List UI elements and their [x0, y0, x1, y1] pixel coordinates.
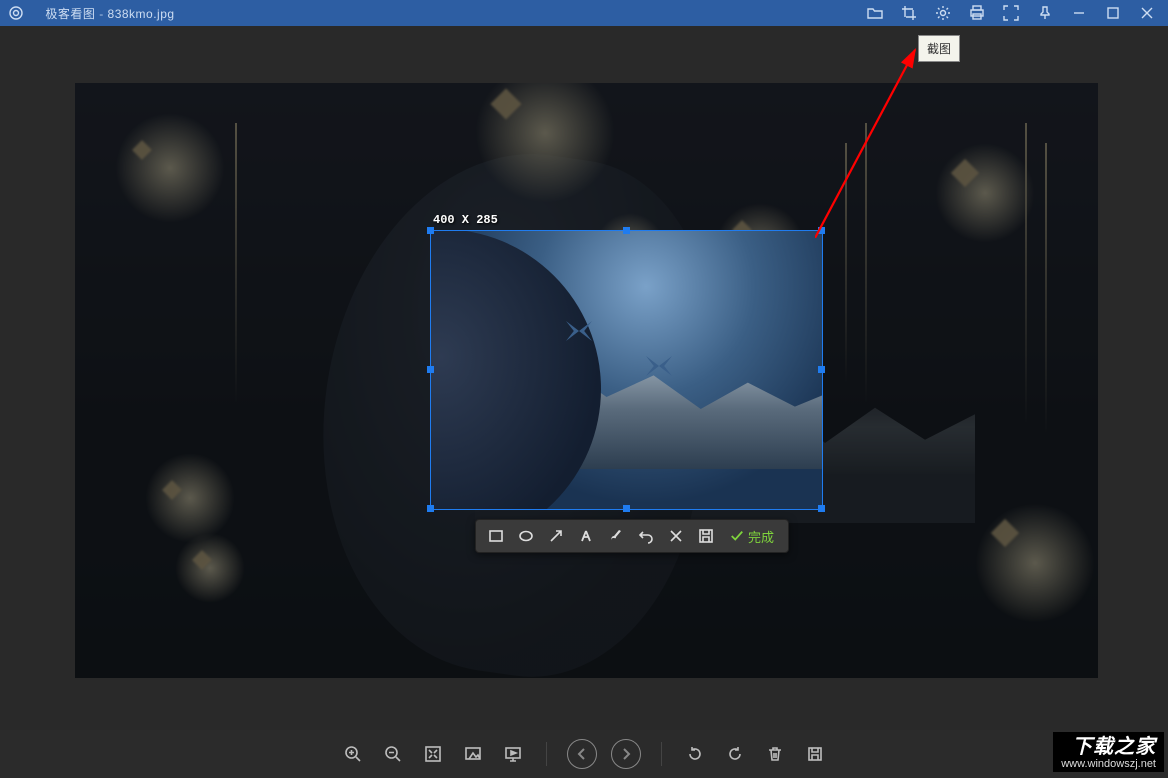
screenshot-button[interactable]: [892, 0, 926, 26]
print-button[interactable]: [960, 0, 994, 26]
rect-tool-button[interactable]: [482, 522, 510, 550]
brush-tool-button[interactable]: [602, 522, 630, 550]
resize-handle-bl[interactable]: [427, 505, 434, 512]
selection-size-label: 400 X 285: [433, 213, 498, 227]
resize-handle-mr[interactable]: [818, 366, 825, 373]
prev-image-button[interactable]: [567, 739, 597, 769]
watermark-url: www.windowszj.net: [1061, 758, 1156, 770]
ellipse-tool-button[interactable]: [512, 522, 540, 550]
watermark-title: 下载之家: [1061, 736, 1156, 758]
app-logo-icon: [8, 5, 24, 21]
crop-selection[interactable]: 400 X 285: [430, 230, 823, 510]
app-title: 极客看图 - 838kmo.jpg: [30, 0, 175, 36]
slideshow-button[interactable]: [496, 737, 530, 771]
toolbar-separator: [546, 742, 547, 766]
zoom-in-button[interactable]: [336, 737, 370, 771]
titlebar: 极客看图 - 838kmo.jpg: [0, 0, 1168, 26]
save-button[interactable]: [798, 737, 832, 771]
resize-handle-br[interactable]: [818, 505, 825, 512]
maximize-button[interactable]: [1096, 0, 1130, 26]
cancel-button[interactable]: [662, 522, 690, 550]
resize-handle-bm[interactable]: [623, 505, 630, 512]
resize-handle-tr[interactable]: [818, 227, 825, 234]
arrow-tool-button[interactable]: [542, 522, 570, 550]
next-image-button[interactable]: [611, 739, 641, 769]
delete-button[interactable]: [758, 737, 792, 771]
open-file-button[interactable]: [858, 0, 892, 26]
screenshot-tooltip: 截图: [918, 35, 960, 62]
title-separator: -: [95, 7, 107, 21]
resize-handle-tl[interactable]: [427, 227, 434, 234]
pin-button[interactable]: [1028, 0, 1062, 26]
actual-size-button[interactable]: [456, 737, 490, 771]
app-name: 极客看图: [45, 7, 95, 21]
resize-handle-ml[interactable]: [427, 366, 434, 373]
minimize-button[interactable]: [1062, 0, 1096, 26]
confirm-label: 完成: [748, 527, 774, 546]
work-area: 400 X 285 完成: [0, 26, 1168, 730]
resize-handle-tm[interactable]: [623, 227, 630, 234]
fit-window-button[interactable]: [416, 737, 450, 771]
watermark: 下载之家 www.windowszj.net: [1053, 732, 1164, 772]
text-tool-button[interactable]: [572, 522, 600, 550]
close-window-button[interactable]: [1130, 0, 1164, 26]
fullscreen-button[interactable]: [994, 0, 1028, 26]
crop-toolbar: 完成: [475, 519, 789, 553]
file-name: 838kmo.jpg: [108, 7, 175, 21]
save-crop-button[interactable]: [692, 522, 720, 550]
bottom-toolbar: [0, 730, 1168, 778]
undo-button[interactable]: [632, 522, 660, 550]
zoom-out-button[interactable]: [376, 737, 410, 771]
settings-button[interactable]: [926, 0, 960, 26]
crop-selection-preview: [431, 231, 822, 509]
rotate-cw-button[interactable]: [718, 737, 752, 771]
rotate-ccw-button[interactable]: [678, 737, 712, 771]
confirm-button[interactable]: 完成: [722, 522, 782, 550]
toolbar-separator: [661, 742, 662, 766]
